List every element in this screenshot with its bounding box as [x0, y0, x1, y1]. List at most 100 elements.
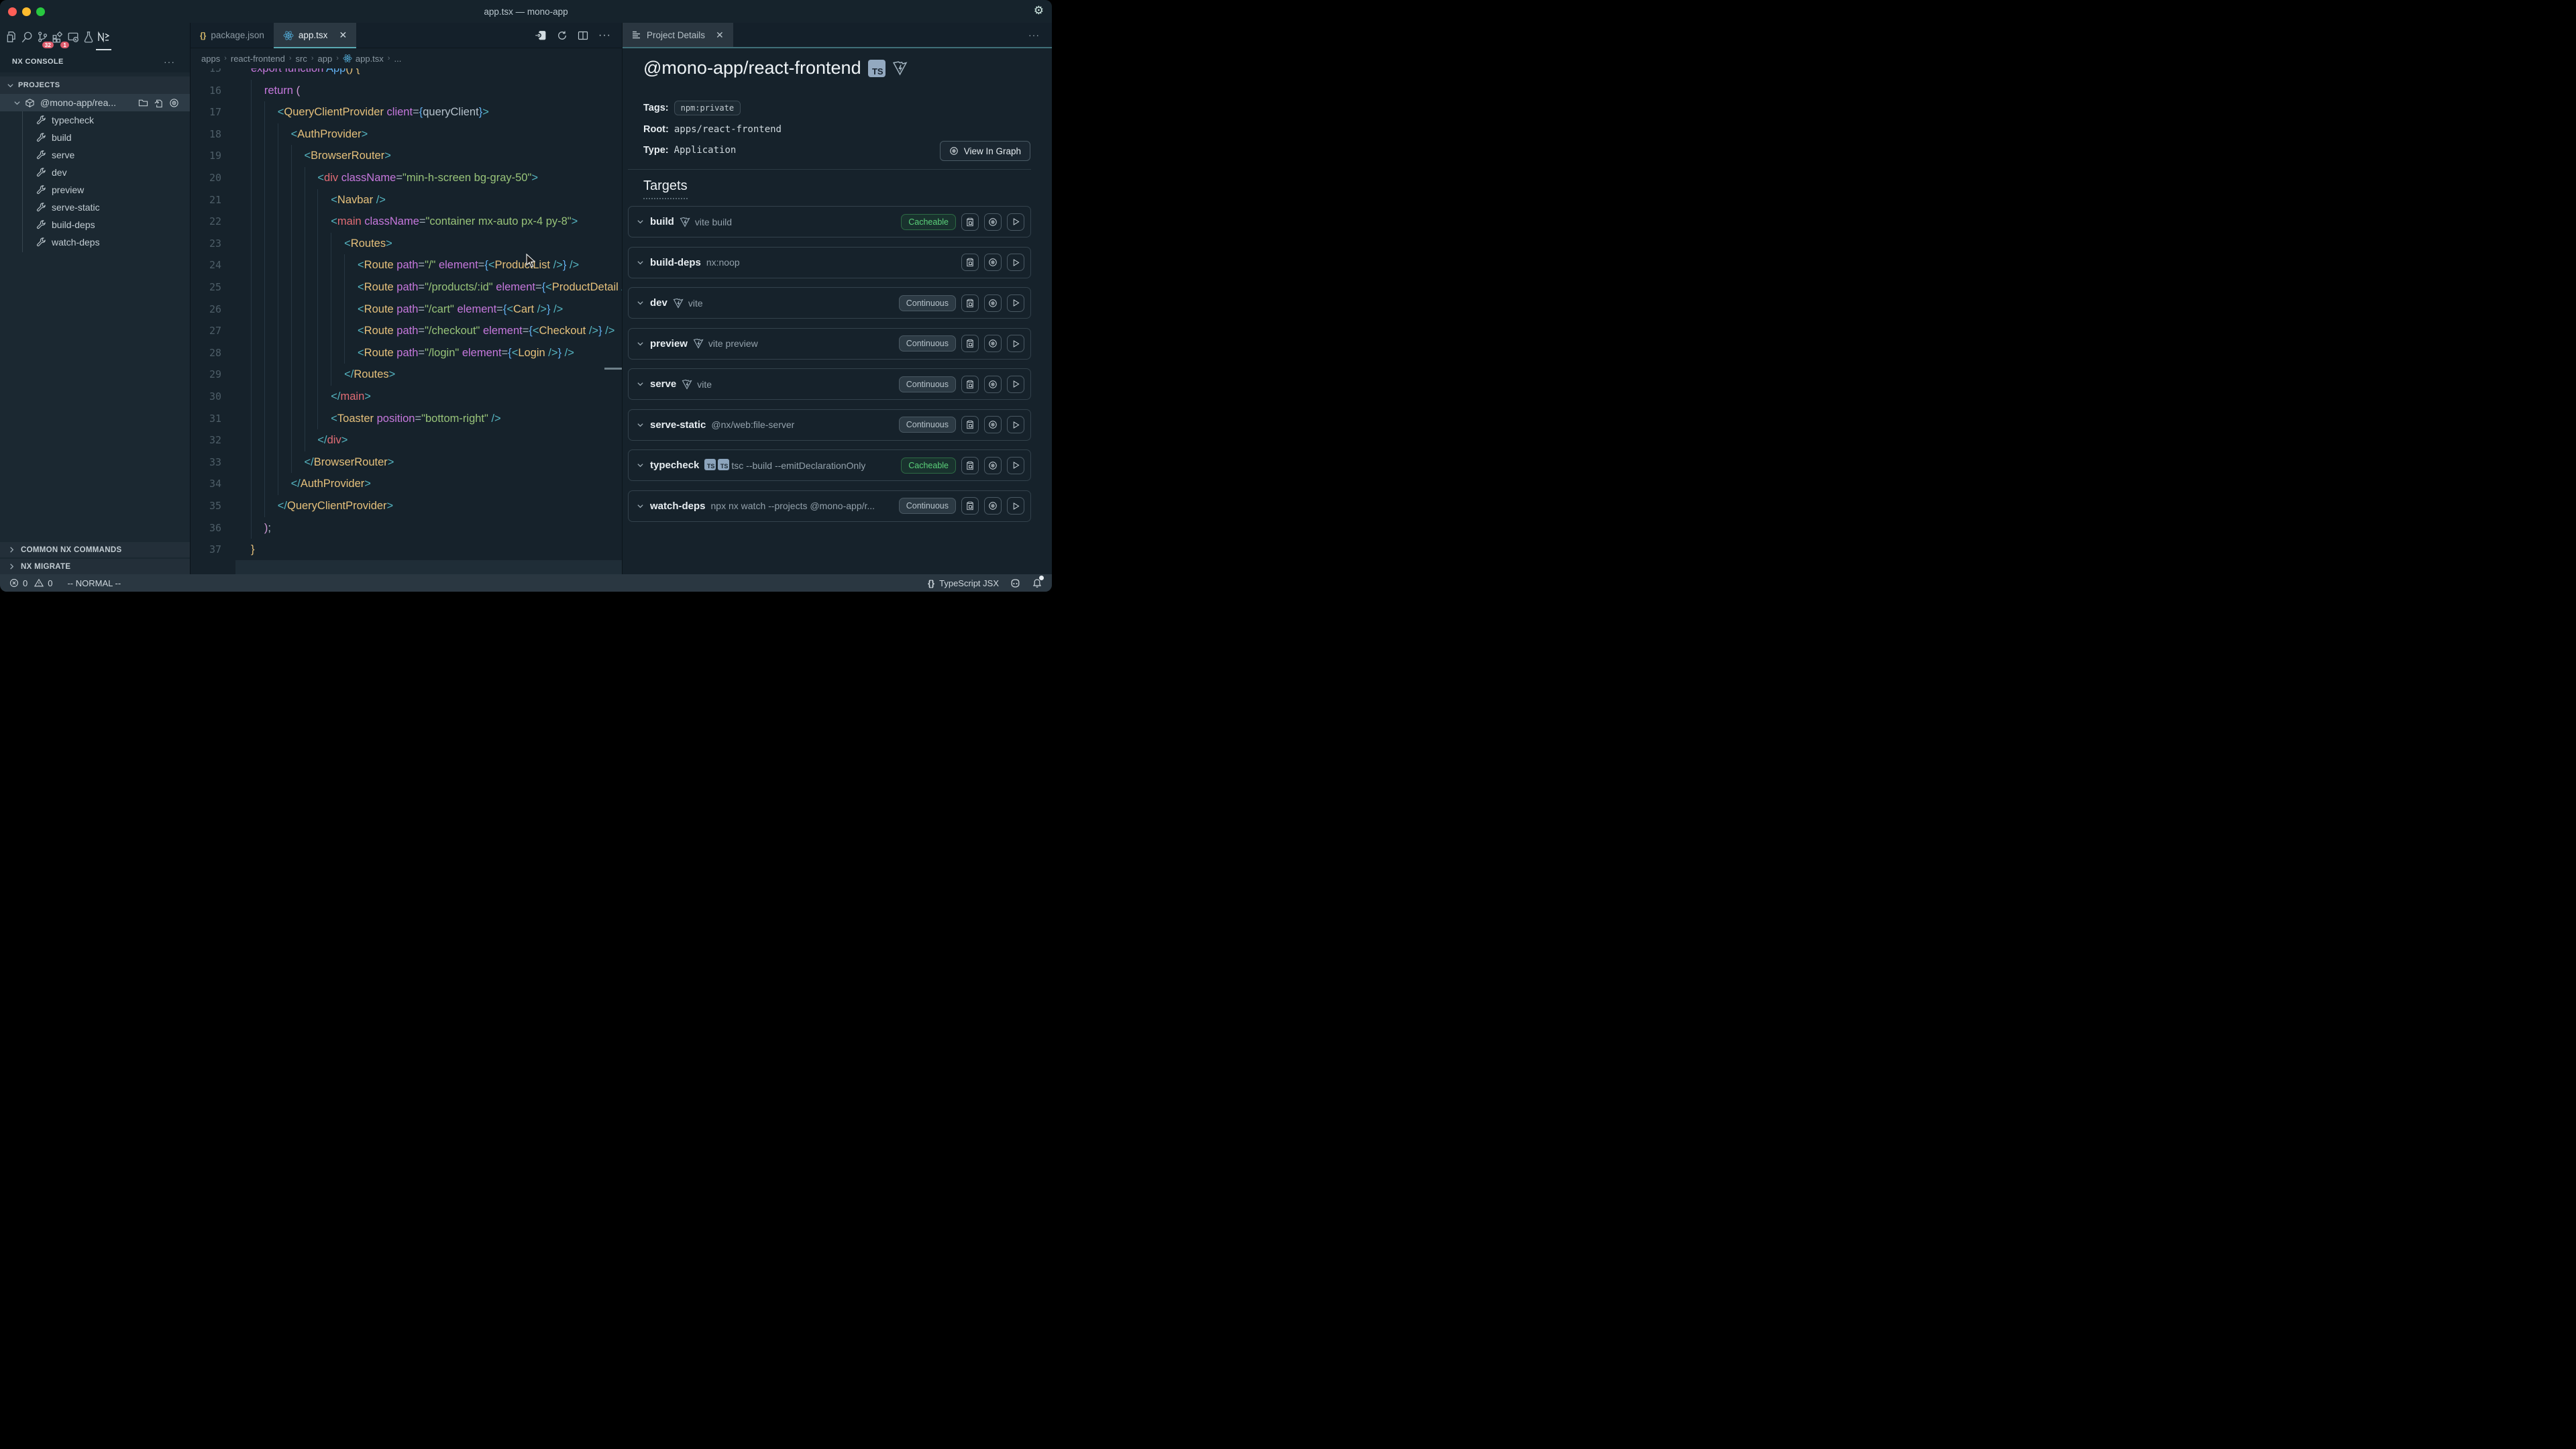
code-line[interactable]: 26<Route path="/cart" element={<Cart />}…: [191, 299, 622, 321]
settings-gear-icon[interactable]: ⚙: [1034, 4, 1044, 17]
split-editor-icon[interactable]: [578, 30, 588, 41]
code-line[interactable]: 17<QueryClientProvider client={queryClie…: [191, 101, 622, 123]
copilot-icon[interactable]: [1010, 578, 1021, 589]
eye-target-button[interactable]: [984, 416, 1002, 433]
code-line[interactable]: 33</BrowserRouter>: [191, 451, 622, 474]
breadcrumb-item[interactable]: ...: [394, 54, 401, 64]
code-line[interactable]: 28<Route path="/login" element={<Login /…: [191, 342, 622, 364]
breadcrumb-item[interactable]: app: [318, 54, 333, 64]
play-button[interactable]: [1007, 335, 1024, 352]
target-card-dev[interactable]: devviteContinuous: [628, 287, 1031, 319]
eye-target-button[interactable]: [984, 376, 1002, 393]
vim-mode-indicator[interactable]: -- NORMAL --: [67, 578, 121, 588]
code-line[interactable]: 16return (: [191, 80, 622, 102]
chevron-down-icon[interactable]: [637, 502, 644, 510]
eye-target-button[interactable]: [984, 497, 1002, 515]
activity-nx-console-icon[interactable]: [97, 27, 111, 47]
refresh-icon[interactable]: [557, 30, 568, 41]
code-line[interactable]: 34</AuthProvider>: [191, 473, 622, 495]
sidebar-target-build[interactable]: build: [0, 129, 190, 146]
sidebar-target-watch-deps[interactable]: watch-deps: [0, 233, 190, 251]
target-icon[interactable]: [169, 98, 179, 108]
target-card-preview[interactable]: previewvite previewContinuous: [628, 328, 1031, 360]
breadcrumb-item[interactable]: apps: [201, 54, 220, 64]
copy-button[interactable]: [961, 457, 979, 474]
sidebar-target-serve-static[interactable]: serve-static: [0, 199, 190, 216]
sidebar-target-typecheck[interactable]: typecheck: [0, 111, 190, 129]
code-line[interactable]: 21<Navbar />: [191, 189, 622, 211]
copy-button[interactable]: [961, 335, 979, 352]
close-panel-icon[interactable]: ✕: [716, 30, 724, 41]
copy-button[interactable]: [961, 416, 979, 433]
play-button[interactable]: [1007, 457, 1024, 474]
tab-app-tsx[interactable]: app.tsx ✕: [274, 23, 356, 48]
breadcrumb-item[interactable]: src: [295, 54, 307, 64]
chevron-down-icon[interactable]: [637, 380, 644, 388]
target-card-build-deps[interactable]: build-depsnx:noop: [628, 247, 1031, 278]
eye-target-button[interactable]: [984, 335, 1002, 352]
target-card-typecheck[interactable]: typecheckTSTStsc --build --emitDeclarati…: [628, 449, 1031, 481]
tab-project-details[interactable]: Project Details ✕: [623, 23, 733, 47]
activity-extensions-icon[interactable]: 1: [50, 27, 64, 47]
code-line[interactable]: 36);: [191, 517, 622, 539]
sidebar-target-preview[interactable]: preview: [0, 181, 190, 199]
code-line[interactable]: 31<Toaster position="bottom-right" />: [191, 408, 622, 430]
eye-target-button[interactable]: [984, 254, 1002, 271]
play-button[interactable]: [1007, 416, 1024, 433]
play-button[interactable]: [1007, 294, 1024, 312]
code-line[interactable]: 27<Route path="/checkout" element={<Chec…: [191, 320, 622, 342]
breadcrumb-item[interactable]: react-frontend: [231, 54, 285, 64]
sidebar-section-nx-migrate[interactable]: NX MIGRATE: [0, 557, 190, 574]
activity-files-icon[interactable]: [4, 27, 18, 47]
play-button[interactable]: [1007, 254, 1024, 271]
chevron-down-icon[interactable]: [637, 462, 644, 469]
code-line[interactable]: 22<main className="container mx-auto px-…: [191, 211, 622, 233]
code-line[interactable]: 18<AuthProvider>: [191, 123, 622, 146]
chevron-down-icon[interactable]: [637, 259, 644, 266]
activity-testing-flask-icon[interactable]: [81, 27, 95, 47]
eye-target-button[interactable]: [984, 294, 1002, 312]
sidebar-section-common-nx-commands[interactable]: COMMON NX COMMANDS: [0, 541, 190, 557]
project-row[interactable]: @mono-app/rea...: [0, 94, 190, 111]
activity-source-control-icon[interactable]: 32: [35, 27, 49, 47]
view-in-graph-button[interactable]: View In Graph: [940, 141, 1030, 161]
close-tab-icon[interactable]: ✕: [339, 30, 347, 41]
eye-target-button[interactable]: [984, 457, 1002, 474]
code-area[interactable]: 15export function App() {16return (17<Qu…: [191, 68, 622, 574]
target-card-serve-static[interactable]: serve-static@nx/web:file-serverContinuou…: [628, 409, 1031, 441]
problems-indicator[interactable]: 0 0: [9, 578, 52, 588]
notifications-bell-icon[interactable]: [1032, 578, 1042, 588]
goto-file-icon[interactable]: [154, 98, 164, 108]
more-actions-icon[interactable]: ···: [598, 30, 611, 42]
chevron-down-icon[interactable]: [637, 421, 644, 429]
sidebar-target-build-deps[interactable]: build-deps: [0, 216, 190, 233]
chevron-down-icon[interactable]: [637, 340, 644, 347]
code-line[interactable]: 20<div className="min-h-screen bg-gray-5…: [191, 167, 622, 189]
code-line[interactable]: 29</Routes>: [191, 364, 622, 386]
sidebar-target-serve[interactable]: serve: [0, 146, 190, 164]
view-more-icon[interactable]: ···: [164, 56, 175, 67]
code-line[interactable]: 25<Route path="/products/:id" element={<…: [191, 276, 622, 299]
copy-button[interactable]: [961, 254, 979, 271]
project-details-icon[interactable]: [535, 30, 547, 41]
eye-target-button[interactable]: [984, 213, 1002, 231]
activity-remote-explorer-icon[interactable]: [66, 27, 80, 47]
code-line[interactable]: 24<Route path="/" element={<ProductList …: [191, 254, 622, 276]
sidebar-target-dev[interactable]: dev: [0, 164, 190, 181]
language-indicator[interactable]: {} TypeScript JSX: [928, 578, 999, 588]
copy-button[interactable]: [961, 213, 979, 231]
code-line[interactable]: 19<BrowserRouter>: [191, 145, 622, 167]
play-button[interactable]: [1007, 376, 1024, 393]
target-card-build[interactable]: buildvite buildCacheable: [628, 206, 1031, 237]
copy-button[interactable]: [961, 294, 979, 312]
code-line[interactable]: 32</div>: [191, 429, 622, 451]
copy-button[interactable]: [961, 376, 979, 393]
code-line[interactable]: 30</main>: [191, 386, 622, 408]
code-line[interactable]: 23<Routes>: [191, 233, 622, 255]
play-button[interactable]: [1007, 497, 1024, 515]
folder-icon[interactable]: [138, 98, 148, 108]
breadcrumb-item[interactable]: app.tsx: [343, 54, 384, 64]
panel-more-icon[interactable]: ···: [1028, 30, 1052, 40]
target-card-watch-deps[interactable]: watch-depsnpx nx watch --projects @mono-…: [628, 490, 1031, 522]
chevron-down-icon[interactable]: [637, 299, 644, 307]
